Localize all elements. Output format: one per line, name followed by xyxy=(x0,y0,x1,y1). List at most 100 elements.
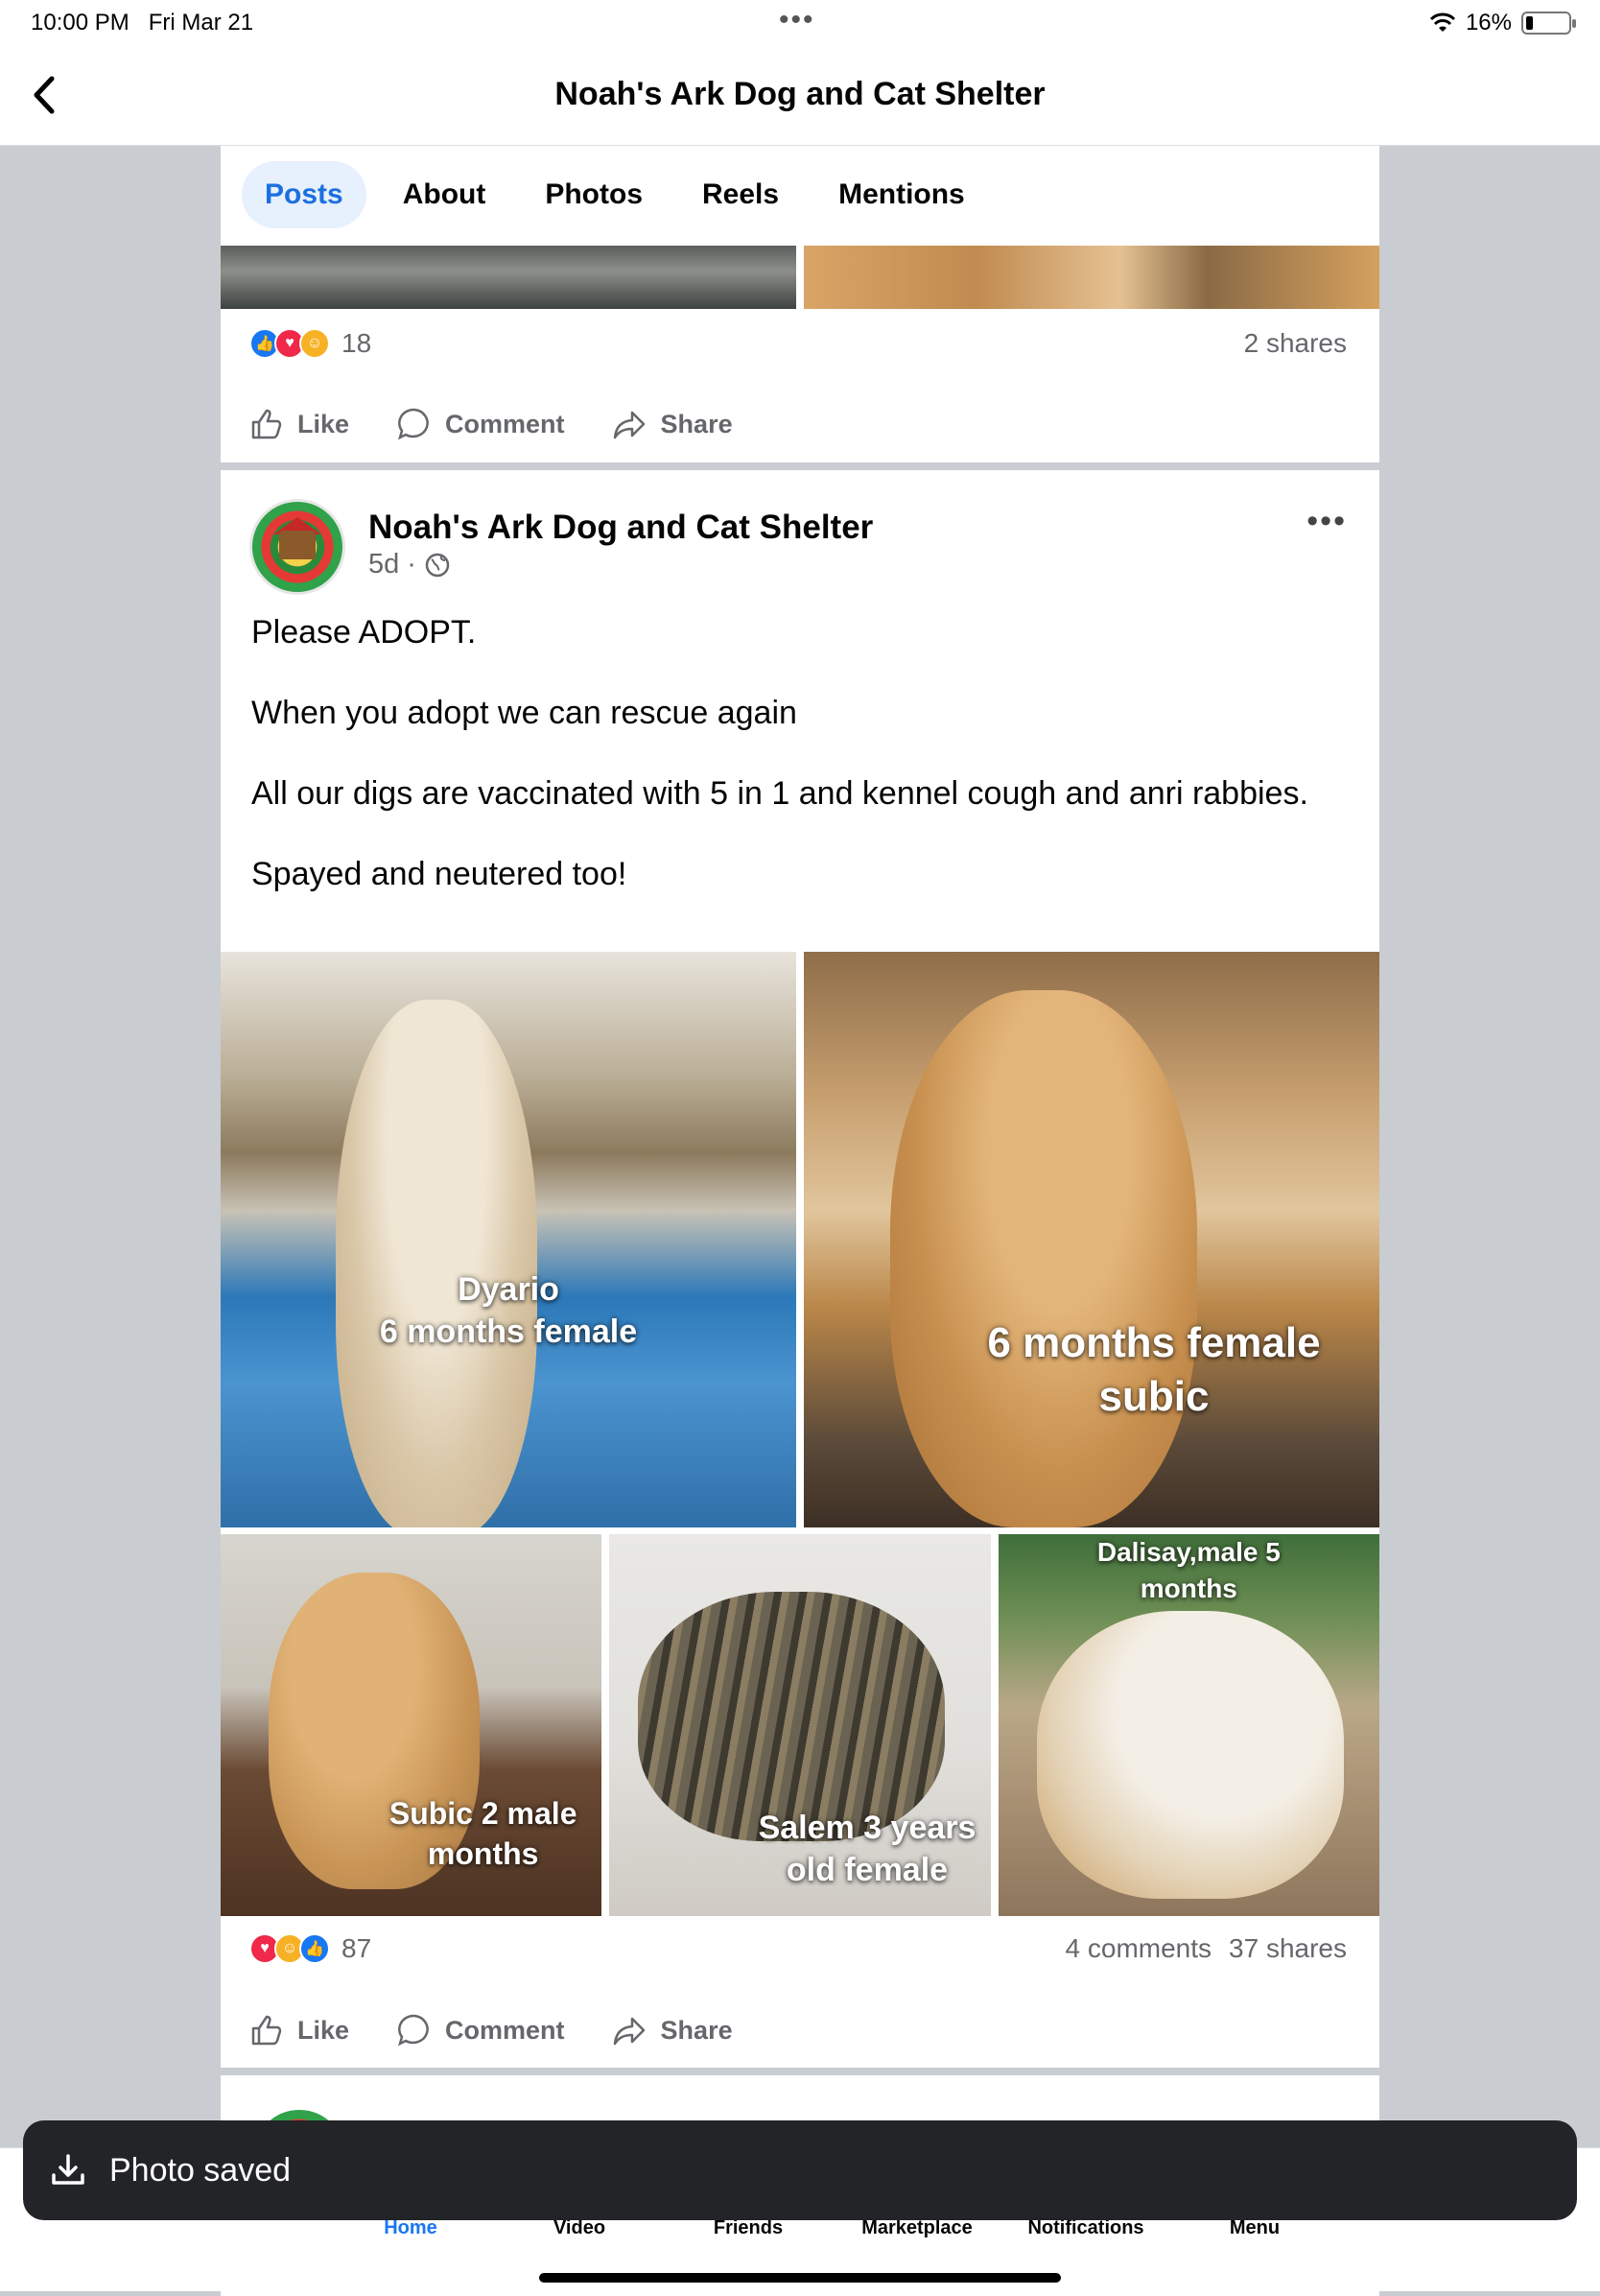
post-author[interactable]: Noah's Ark Dog and Cat Shelter xyxy=(368,509,873,547)
photo-grid-bottom: Subic 2 male months Salem 3 years old fe… xyxy=(221,1534,1379,1916)
share-label: Share xyxy=(660,409,733,438)
post-text-line: All our digs are vaccinated with 5 in 1 … xyxy=(251,775,1308,812)
photo-salem[interactable]: Salem 3 years old female xyxy=(609,1534,991,1916)
comment-label: Comment xyxy=(445,2015,565,2045)
photo-subic-male[interactable]: Subic 2 male months xyxy=(221,1534,602,1916)
tab-reels[interactable]: Reels xyxy=(679,161,802,228)
post-card: Noah's Ark Dog and Cat Shelter 5d · ••• … xyxy=(221,470,1379,2068)
comment-bubble-icon xyxy=(398,408,429,440)
tab-posts[interactable]: Posts xyxy=(242,161,366,228)
share-count[interactable]: 37 shares xyxy=(1229,1933,1347,1964)
comment-button[interactable]: Comment xyxy=(389,397,571,451)
page-title: Noah's Ark Dog and Cat Shelter xyxy=(554,76,1046,112)
page-avatar[interactable] xyxy=(249,499,345,595)
caption-line: Dalisay,male 5 xyxy=(1096,1537,1281,1567)
wifi-icon xyxy=(1429,12,1456,32)
share-button[interactable]: Share xyxy=(605,397,739,451)
page-tabs-card: Posts About Photos Reels Mentions 👍 ♥ ☺ … xyxy=(221,146,1379,462)
previous-post-actions: Like Comment Share xyxy=(242,397,739,451)
reaction-summary[interactable]: 👍 ♥ ☺ 18 xyxy=(249,328,371,359)
post-time[interactable]: 5d xyxy=(368,549,399,580)
status-bar: 10:00 PM Fri Mar 21 ••• 16% xyxy=(0,0,1600,44)
photo-dalisay[interactable]: Dalisay,male 5 months xyxy=(998,1534,1379,1916)
caption-line: old female xyxy=(786,1852,949,1888)
comment-bubble-icon xyxy=(398,2014,429,2047)
photo-dyario[interactable]: Dyario 6 months female xyxy=(221,952,796,1527)
like-label: Like xyxy=(297,2015,350,2045)
caption-line: Dyario xyxy=(458,1271,559,1308)
care-reaction-icon: ☺ xyxy=(299,328,330,359)
photo-caption: Dyario 6 months female xyxy=(221,1268,796,1353)
post-text-line: Spayed and neutered too! xyxy=(251,856,627,892)
post-meta: 5d · xyxy=(368,549,451,580)
previous-post-photos xyxy=(221,246,1379,309)
post-text-line: When you adopt we can rescue again xyxy=(251,695,797,731)
reaction-summary[interactable]: ♥ ☺ 👍 87 xyxy=(249,1933,371,1964)
comment-button[interactable]: Comment xyxy=(389,2003,571,2057)
photo-caption: Subic 2 male months xyxy=(365,1793,601,1874)
multitasking-dots-icon[interactable]: ••• xyxy=(779,4,815,36)
home-indicator[interactable] xyxy=(539,2273,1061,2283)
page-header: Noah's Ark Dog and Cat Shelter xyxy=(0,44,1600,146)
photo-caption: 6 months female subic xyxy=(929,1316,1379,1424)
status-indicators: 16% xyxy=(1429,10,1576,36)
caption-line: Subic 2 male xyxy=(388,1796,577,1831)
download-icon xyxy=(52,2154,84,2185)
meta-separator: · xyxy=(407,549,416,580)
post-body: Please ADOPT. When you adopt we can resc… xyxy=(251,612,1322,935)
dog-image xyxy=(890,990,1197,1527)
like-button[interactable]: Like xyxy=(242,2003,355,2057)
dog-image xyxy=(336,1000,537,1527)
post-actions: Like Comment Share xyxy=(242,2003,739,2057)
photo-caption: Dalisay,male 5 months xyxy=(999,1534,1379,1607)
post-stats: ♥ ☺ 👍 87 4 comments 37 shares xyxy=(249,1933,1347,1964)
dog-image xyxy=(638,1592,946,1841)
tab-friends[interactable]: Friends xyxy=(664,2217,833,2239)
globe-icon xyxy=(425,553,450,577)
like-button[interactable]: Like xyxy=(242,397,355,451)
tab-marketplace[interactable]: Marketplace xyxy=(833,2217,1001,2239)
toast-message: Photo saved xyxy=(109,2151,292,2189)
photo-saved-toast: Photo saved xyxy=(23,2120,1577,2220)
dog-image xyxy=(1036,1611,1344,1899)
caption-line: 6 months female xyxy=(379,1314,638,1350)
avatar-logo-house xyxy=(279,531,316,559)
tab-mentions[interactable]: Mentions xyxy=(815,161,988,228)
share-arrow-icon xyxy=(613,2017,645,2046)
comment-count[interactable]: 4 comments xyxy=(1066,1933,1212,1964)
post-text-line: Please ADOPT. xyxy=(251,614,477,651)
photo-caption: Salem 3 years old female xyxy=(743,1807,990,1891)
photo-subic-female[interactable]: 6 months female subic xyxy=(804,952,1379,1527)
caption-line: months xyxy=(1140,1574,1237,1603)
caption-line: subic xyxy=(1098,1373,1210,1420)
share-button[interactable]: Share xyxy=(605,2003,739,2057)
battery-level xyxy=(1526,16,1533,30)
thumbs-up-icon xyxy=(251,2015,282,2046)
tab-video[interactable]: Video xyxy=(495,2217,664,2239)
caption-line: 6 months female xyxy=(987,1319,1321,1366)
tab-menu[interactable]: Menu xyxy=(1170,2217,1339,2239)
previous-post-photo[interactable] xyxy=(804,246,1379,309)
status-time: 10:00 PM Fri Mar 21 xyxy=(31,10,254,36)
previous-post-photo[interactable] xyxy=(221,246,796,309)
photo-grid-top: Dyario 6 months female 6 months female s… xyxy=(221,952,1379,1527)
reaction-count: 87 xyxy=(341,1933,372,1963)
like-reaction-icon: 👍 xyxy=(299,1933,330,1964)
tab-notifications[interactable]: Notifications xyxy=(1001,2217,1170,2239)
engagement-counts: 4 comments 37 shares xyxy=(1066,1933,1347,1964)
battery-icon xyxy=(1521,12,1576,35)
battery-percent: 16% xyxy=(1465,10,1512,36)
thumbs-up-icon xyxy=(251,409,282,439)
share-label: Share xyxy=(660,2015,733,2045)
caption-line: Salem 3 years xyxy=(758,1810,976,1846)
comment-label: Comment xyxy=(445,409,565,438)
page-tabs: Posts About Photos Reels Mentions xyxy=(242,161,988,228)
like-label: Like xyxy=(297,409,350,438)
tab-home[interactable]: Home xyxy=(326,2217,495,2239)
tab-about[interactable]: About xyxy=(380,161,509,228)
tab-photos[interactable]: Photos xyxy=(522,161,666,228)
share-count[interactable]: 2 shares xyxy=(1244,328,1347,359)
share-arrow-icon xyxy=(613,411,645,439)
reaction-count: 18 xyxy=(341,328,372,358)
more-options-icon[interactable]: ••• xyxy=(1306,503,1347,540)
